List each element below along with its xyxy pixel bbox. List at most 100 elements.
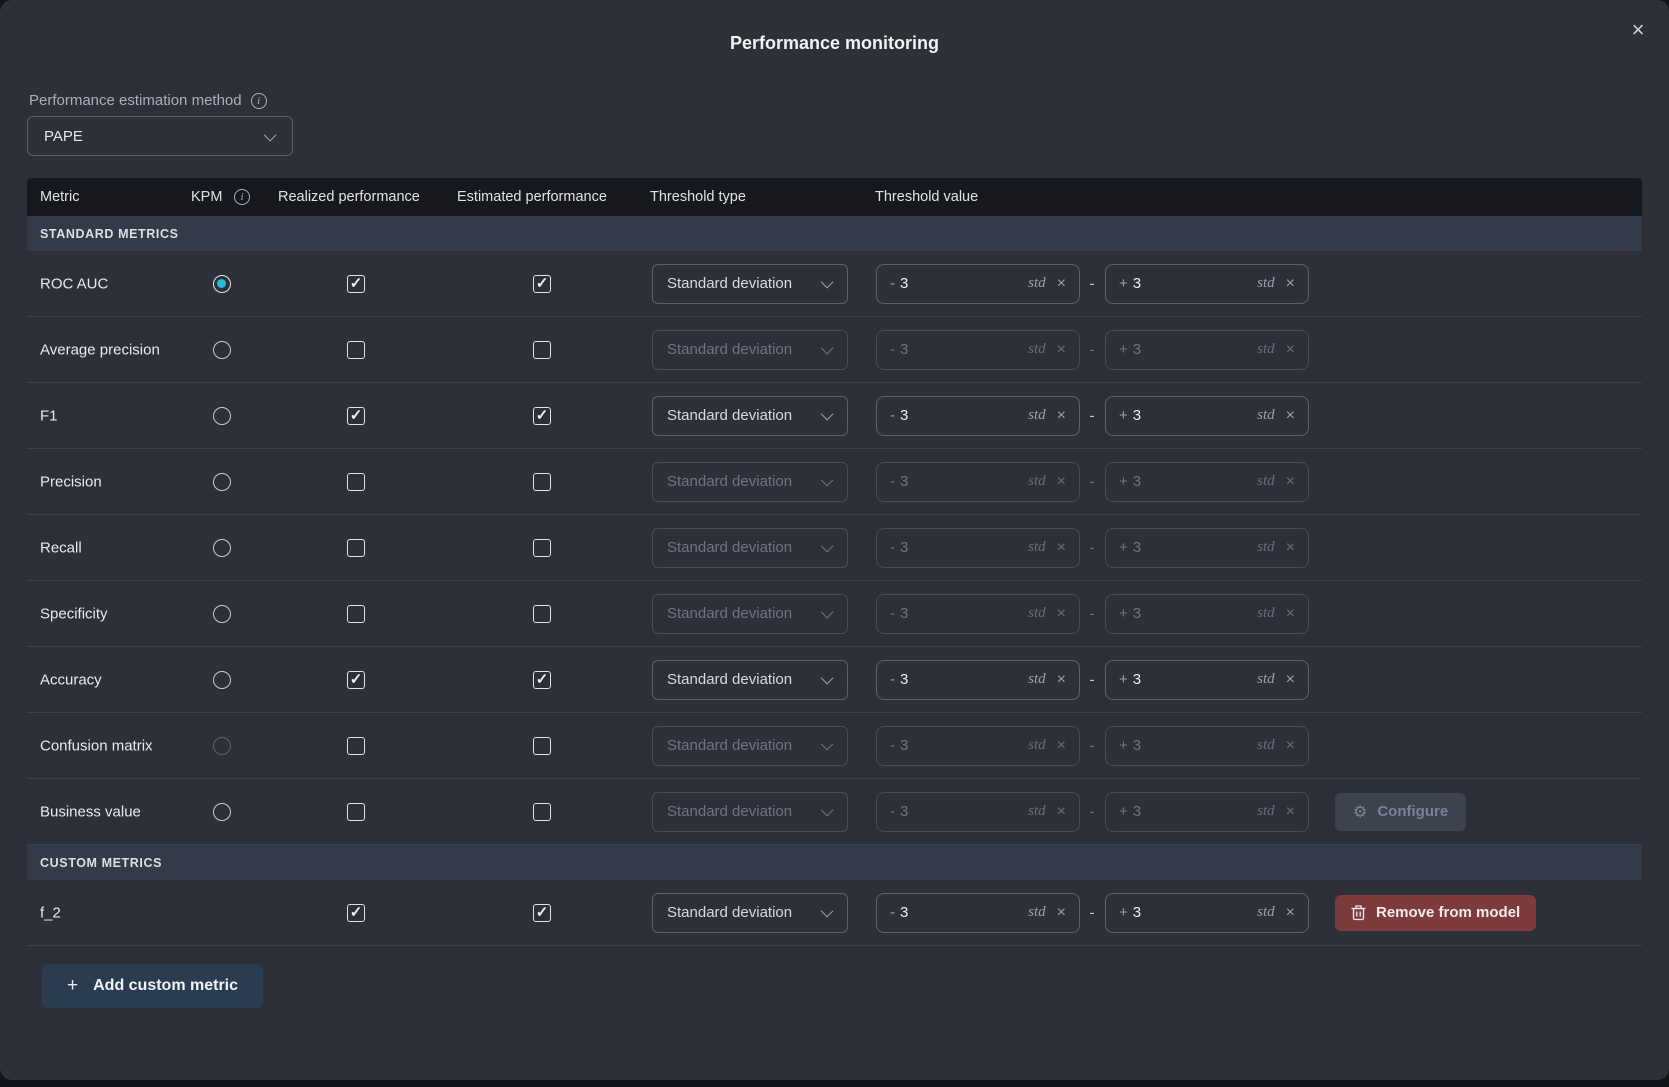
- table-row: Average precision Standard deviation - 3…: [27, 317, 1642, 383]
- threshold-upper-input[interactable]: + 3 std ×: [1105, 594, 1309, 634]
- realized-checkbox[interactable]: [347, 341, 365, 359]
- estimated-checkbox[interactable]: [533, 737, 551, 755]
- kpm-radio[interactable]: [213, 407, 231, 425]
- clear-icon[interactable]: ×: [1057, 341, 1066, 359]
- clear-icon[interactable]: ×: [1286, 473, 1295, 491]
- threshold-type-select[interactable]: Standard deviation: [652, 893, 848, 933]
- threshold-lower-input[interactable]: - 3 std ×: [876, 660, 1080, 700]
- kpm-radio[interactable]: [213, 539, 231, 557]
- upper-prefix: +: [1119, 341, 1128, 358]
- estimated-checkbox[interactable]: [533, 275, 551, 293]
- clear-icon[interactable]: ×: [1057, 275, 1066, 293]
- threshold-upper-input[interactable]: + 3 std ×: [1105, 264, 1309, 304]
- estimated-checkbox[interactable]: [533, 473, 551, 491]
- threshold-upper-input[interactable]: + 3 std ×: [1105, 893, 1309, 933]
- clear-icon[interactable]: ×: [1057, 407, 1066, 425]
- threshold-upper-input[interactable]: + 3 std ×: [1105, 462, 1309, 502]
- close-icon[interactable]: ×: [1625, 17, 1651, 43]
- estimated-checkbox[interactable]: [533, 539, 551, 557]
- upper-value: 3: [1133, 803, 1141, 820]
- info-icon[interactable]: i: [251, 93, 267, 109]
- realized-checkbox[interactable]: [347, 671, 365, 689]
- upper-value: 3: [1133, 341, 1141, 358]
- remove-from-model-label: Remove from model: [1376, 904, 1520, 921]
- clear-icon[interactable]: ×: [1057, 737, 1066, 755]
- std-unit-label: std: [1028, 803, 1046, 820]
- clear-icon[interactable]: ×: [1286, 275, 1295, 293]
- metric-name: Average precision: [40, 341, 160, 358]
- threshold-lower-input[interactable]: - 3 std ×: [876, 528, 1080, 568]
- threshold-type-select[interactable]: Standard deviation: [652, 792, 848, 832]
- kpm-radio[interactable]: [213, 341, 231, 359]
- remove-from-model-button[interactable]: Remove from model: [1335, 895, 1536, 931]
- threshold-type-select[interactable]: Standard deviation: [652, 528, 848, 568]
- threshold-upper-input[interactable]: + 3 std ×: [1105, 396, 1309, 436]
- threshold-lower-input[interactable]: - 3 std ×: [876, 893, 1080, 933]
- threshold-lower-input[interactable]: - 3 std ×: [876, 462, 1080, 502]
- kpm-radio[interactable]: [213, 473, 231, 491]
- threshold-lower-input[interactable]: - 3 std ×: [876, 594, 1080, 634]
- realized-checkbox[interactable]: [347, 407, 365, 425]
- threshold-type-select[interactable]: Standard deviation: [652, 330, 848, 370]
- lower-prefix: -: [890, 539, 895, 556]
- threshold-lower-input[interactable]: - 3 std ×: [876, 264, 1080, 304]
- clear-icon[interactable]: ×: [1286, 803, 1295, 821]
- estimated-checkbox[interactable]: [533, 407, 551, 425]
- threshold-lower-input[interactable]: - 3 std ×: [876, 330, 1080, 370]
- clear-icon[interactable]: ×: [1286, 671, 1295, 689]
- threshold-type-value: Standard deviation: [667, 904, 792, 921]
- kpm-radio[interactable]: [213, 803, 231, 821]
- estimated-checkbox[interactable]: [533, 341, 551, 359]
- realized-checkbox[interactable]: [347, 737, 365, 755]
- threshold-upper-input[interactable]: + 3 std ×: [1105, 330, 1309, 370]
- realized-checkbox[interactable]: [347, 473, 365, 491]
- realized-checkbox[interactable]: [347, 605, 365, 623]
- kpm-radio[interactable]: [213, 737, 231, 755]
- threshold-type-value: Standard deviation: [667, 605, 792, 622]
- threshold-type-select[interactable]: Standard deviation: [652, 660, 848, 700]
- threshold-type-select[interactable]: Standard deviation: [652, 594, 848, 634]
- estimated-checkbox[interactable]: [533, 803, 551, 821]
- threshold-lower-input[interactable]: - 3 std ×: [876, 396, 1080, 436]
- clear-icon[interactable]: ×: [1286, 904, 1295, 922]
- add-custom-metric-button[interactable]: + Add custom metric: [42, 964, 263, 1008]
- clear-icon[interactable]: ×: [1286, 737, 1295, 755]
- clear-icon[interactable]: ×: [1057, 671, 1066, 689]
- kpm-radio[interactable]: [213, 275, 231, 293]
- threshold-upper-input[interactable]: + 3 std ×: [1105, 528, 1309, 568]
- threshold-type-select[interactable]: Standard deviation: [652, 264, 848, 304]
- table-row: Business value Standard deviation - 3 st…: [27, 779, 1642, 845]
- clear-icon[interactable]: ×: [1057, 605, 1066, 623]
- realized-checkbox[interactable]: [347, 803, 365, 821]
- clear-icon[interactable]: ×: [1057, 904, 1066, 922]
- threshold-upper-input[interactable]: + 3 std ×: [1105, 726, 1309, 766]
- clear-icon[interactable]: ×: [1286, 605, 1295, 623]
- estimation-method-select[interactable]: PAPE: [27, 116, 293, 156]
- threshold-upper-input[interactable]: + 3 std ×: [1105, 660, 1309, 700]
- clear-icon[interactable]: ×: [1057, 473, 1066, 491]
- threshold-lower-input[interactable]: - 3 std ×: [876, 726, 1080, 766]
- realized-checkbox[interactable]: [347, 275, 365, 293]
- estimated-checkbox[interactable]: [533, 904, 551, 922]
- estimated-checkbox[interactable]: [533, 605, 551, 623]
- estimation-method-label: Performance estimation method: [29, 92, 242, 109]
- clear-icon[interactable]: ×: [1057, 803, 1066, 821]
- realized-checkbox[interactable]: [347, 904, 365, 922]
- kpm-radio[interactable]: [213, 671, 231, 689]
- chevron-down-icon: [264, 128, 277, 141]
- clear-icon[interactable]: ×: [1286, 539, 1295, 557]
- clear-icon[interactable]: ×: [1286, 407, 1295, 425]
- kpm-radio[interactable]: [213, 605, 231, 623]
- estimated-checkbox[interactable]: [533, 671, 551, 689]
- kpm-info-icon[interactable]: i: [234, 189, 250, 205]
- threshold-type-select[interactable]: Standard deviation: [652, 726, 848, 766]
- header-threshold-value: Threshold value: [875, 189, 978, 205]
- threshold-type-select[interactable]: Standard deviation: [652, 396, 848, 436]
- threshold-upper-input[interactable]: + 3 std ×: [1105, 792, 1309, 832]
- clear-icon[interactable]: ×: [1057, 539, 1066, 557]
- realized-checkbox[interactable]: [347, 539, 365, 557]
- configure-button[interactable]: ⚙ Configure: [1335, 793, 1466, 831]
- threshold-type-select[interactable]: Standard deviation: [652, 462, 848, 502]
- threshold-lower-input[interactable]: - 3 std ×: [876, 792, 1080, 832]
- clear-icon[interactable]: ×: [1286, 341, 1295, 359]
